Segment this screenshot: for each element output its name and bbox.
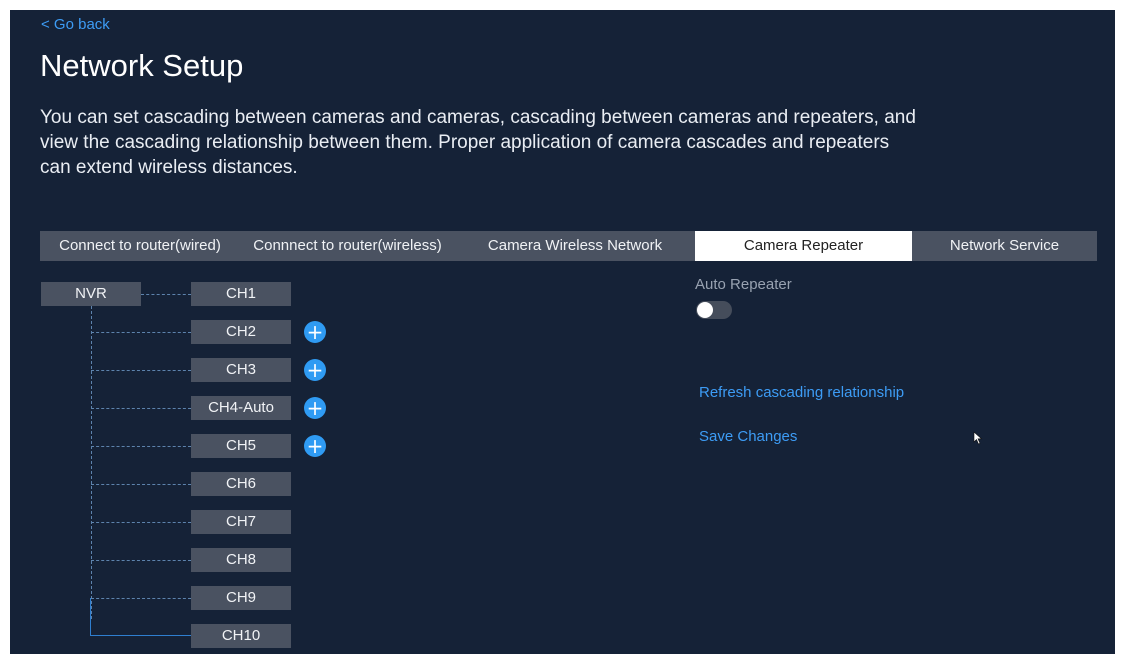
connector-line xyxy=(91,598,191,599)
connector-line xyxy=(91,522,191,523)
cascade-tree: NVR CH1 CH2 CH3 CH4-Auto CH5 CH6 CH7 CH8… xyxy=(10,10,410,654)
channel-node-ch3[interactable]: CH3 xyxy=(191,358,291,382)
add-ch5-plus-icon[interactable]: + xyxy=(304,435,326,457)
network-setup-screen: < Go back Network Setup You can set casc… xyxy=(10,10,1115,654)
save-changes-link[interactable]: Save Changes xyxy=(699,428,797,445)
channel-node-ch5[interactable]: CH5 xyxy=(191,434,291,458)
connector-line xyxy=(91,370,191,371)
channel-node-ch7[interactable]: CH7 xyxy=(191,510,291,534)
channel-node-ch10[interactable]: CH10 xyxy=(191,624,291,648)
toggle-knob xyxy=(697,302,713,318)
connector-line xyxy=(91,408,191,409)
connector-line xyxy=(91,560,191,561)
tab-camera-repeater[interactable]: Camera Repeater xyxy=(695,231,912,261)
add-ch2-plus-icon[interactable]: + xyxy=(304,321,326,343)
channel-node-ch4-auto[interactable]: CH4-Auto xyxy=(191,396,291,420)
connector-line xyxy=(91,484,191,485)
auto-repeater-label: Auto Repeater xyxy=(695,276,792,293)
tab-camera-wireless-network[interactable]: Camera Wireless Network xyxy=(455,231,695,261)
nvr-node[interactable]: NVR xyxy=(41,282,141,306)
connector-line xyxy=(141,294,191,295)
auto-repeater-toggle[interactable] xyxy=(696,301,732,319)
tab-network-service[interactable]: Network Service xyxy=(912,231,1097,261)
mouse-pointer-icon xyxy=(973,431,983,445)
add-ch4-plus-icon[interactable]: + xyxy=(304,397,326,419)
channel-node-ch1[interactable]: CH1 xyxy=(191,282,291,306)
channel-node-ch2[interactable]: CH2 xyxy=(191,320,291,344)
connector-line xyxy=(91,332,191,333)
add-ch3-plus-icon[interactable]: + xyxy=(304,359,326,381)
connector-line xyxy=(91,446,191,447)
channel-node-ch8[interactable]: CH8 xyxy=(191,548,291,572)
trunk-line xyxy=(91,306,92,619)
connector-line xyxy=(90,635,191,636)
channel-node-ch6[interactable]: CH6 xyxy=(191,472,291,496)
connector-line xyxy=(90,598,91,636)
channel-node-ch9[interactable]: CH9 xyxy=(191,586,291,610)
refresh-cascading-link[interactable]: Refresh cascading relationship xyxy=(699,384,904,401)
